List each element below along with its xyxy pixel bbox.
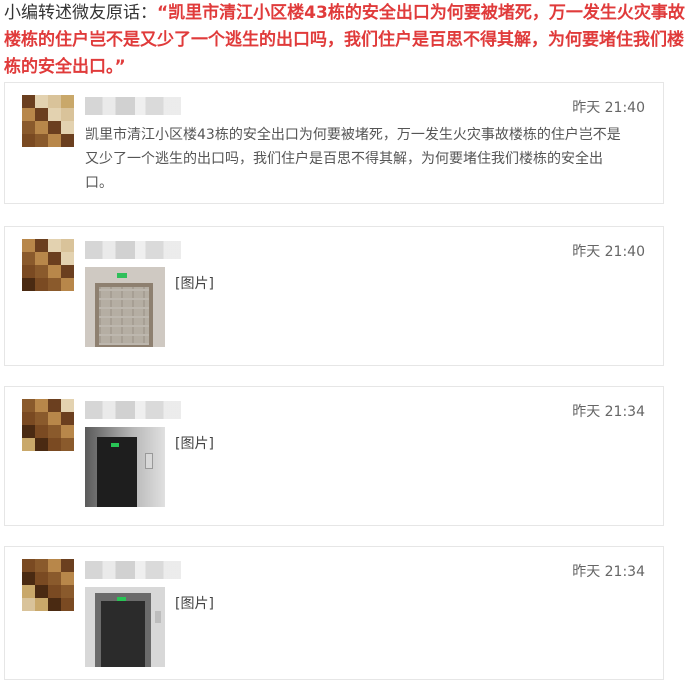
blurred-username xyxy=(85,97,181,115)
photo-thumbnail[interactable] xyxy=(85,427,165,507)
blurred-username xyxy=(85,561,181,579)
photo-thumbnail[interactable] xyxy=(85,267,165,347)
image-label: [图片] xyxy=(175,596,214,612)
message-time: 昨天 21:40 xyxy=(572,244,645,260)
avatar[interactable] xyxy=(22,399,74,451)
photo-thumbnail[interactable] xyxy=(85,587,165,667)
blurred-username xyxy=(85,241,181,259)
avatar[interactable] xyxy=(22,239,74,291)
message-time: 昨天 21:34 xyxy=(572,564,645,580)
message-card: 昨天 21:34 [图片] xyxy=(4,546,664,680)
image-label: [图片] xyxy=(175,436,214,452)
image-label: [图片] xyxy=(175,276,214,292)
intro-text: 小编转述微友原话：“凯里市清江小区楼43栋的安全出口为何要被堵死，万一发生火灾事… xyxy=(4,0,694,81)
blurred-username xyxy=(85,401,181,419)
message-card: 昨天 21:40 [图片] xyxy=(4,226,664,366)
message-text: 凯里市清江小区楼43栋的安全出口为何要被堵死，万一发生火灾事故楼栋的住户岂不是又… xyxy=(85,127,621,191)
avatar[interactable] xyxy=(22,95,74,147)
message-time: 昨天 21:34 xyxy=(572,404,645,420)
message-time: 昨天 21:40 xyxy=(572,100,645,116)
message-card: 昨天 21:34 [图片] xyxy=(4,386,664,526)
message-card: 昨天 21:40 凯里市清江小区楼43栋的安全出口为何要被堵死，万一发生火灾事故… xyxy=(4,82,664,204)
intro-prefix: 小编转述微友原话： xyxy=(4,3,157,23)
avatar[interactable] xyxy=(22,559,74,611)
